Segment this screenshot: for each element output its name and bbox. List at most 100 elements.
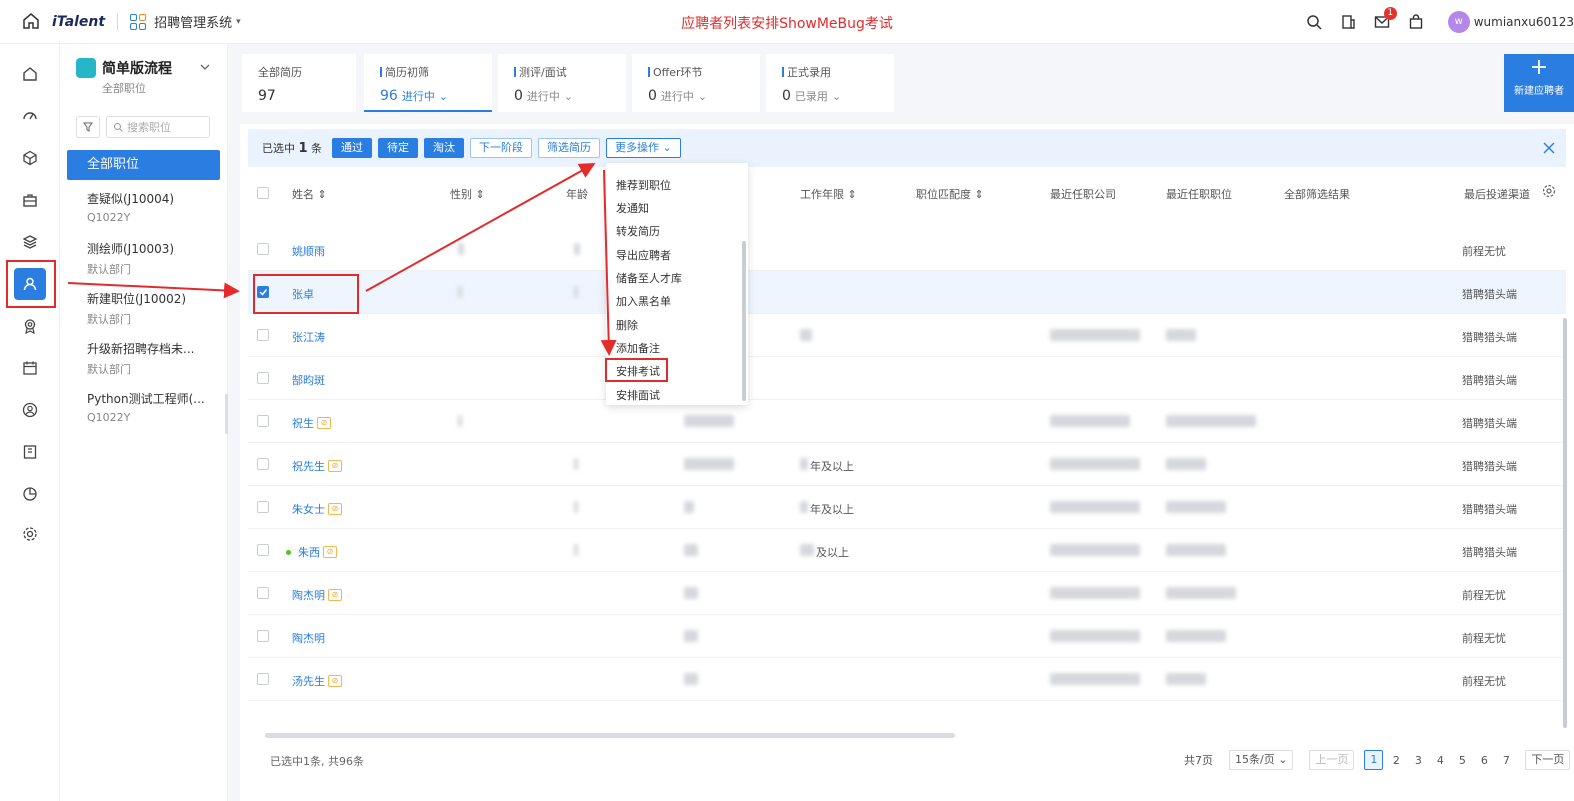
screen-resume-button[interactable]: 筛选简历 [538, 138, 601, 158]
stage-tab-offer[interactable]: Offer环节 0 进行中 ⌄ [632, 54, 760, 112]
calendar-icon[interactable] [20, 358, 40, 378]
page-2[interactable]: 2 [1387, 754, 1405, 767]
bookmark-icon[interactable] [20, 442, 40, 462]
candidate-name[interactable]: 张江涛 [292, 329, 325, 345]
position-item[interactable]: 新建职位(J10002) 默认部门 [87, 290, 217, 327]
table-row[interactable]: 朱女士 ⊘ 年及以上 猎聘猎头端 [248, 486, 1566, 529]
candidate-name[interactable]: 朱西 ⊘ [286, 544, 337, 560]
close-icon[interactable] [1542, 141, 1556, 155]
next-page-button[interactable]: 下一页 [1525, 750, 1571, 770]
row-checkbox[interactable] [257, 673, 269, 685]
chevron-down-icon[interactable]: ⌄ [439, 90, 448, 103]
building-icon[interactable] [1340, 14, 1356, 30]
new-candidate-button[interactable]: + 新建应聘者 [1504, 54, 1574, 112]
chevron-down-icon[interactable] [200, 62, 210, 72]
horizontal-scrollbar[interactable] [265, 733, 955, 738]
app-switcher[interactable]: 招聘管理系统 [154, 12, 232, 31]
column-header[interactable]: 性别 ⇕ [450, 186, 485, 202]
reject-button[interactable]: 淘汰 [424, 138, 465, 158]
pie-chart-icon[interactable] [20, 484, 40, 504]
chevron-down-icon[interactable]: ⌄ [698, 90, 707, 103]
page-3[interactable]: 3 [1409, 754, 1427, 767]
page-1[interactable]: 1 [1364, 750, 1384, 770]
pending-button[interactable]: 待定 [378, 138, 419, 158]
menu-item-forward[interactable]: 转发简历 [616, 223, 660, 239]
row-checkbox[interactable] [257, 587, 269, 599]
table-row[interactable]: 张江涛 猎聘猎头端 [248, 314, 1566, 357]
menu-item-schedule-interview[interactable]: 安排面试 [616, 387, 660, 403]
table-row[interactable]: 姚顺雨 前程无忧 [248, 228, 1566, 271]
menu-item-notify[interactable]: 发通知 [616, 200, 649, 216]
layers-icon[interactable] [20, 232, 40, 252]
row-checkbox[interactable] [257, 329, 269, 341]
column-header[interactable]: 年龄 [566, 186, 588, 202]
row-checkbox[interactable] [257, 544, 269, 556]
row-checkbox[interactable] [257, 372, 269, 384]
table-row[interactable]: 郜昀斑 猎聘猎头端 [248, 357, 1566, 400]
table-row[interactable]: 陶杰明 ⊘ 前程无忧 [248, 572, 1566, 615]
settings-icon[interactable] [1542, 184, 1556, 198]
position-item-all[interactable]: 全部职位 [67, 150, 220, 180]
settings-icon[interactable] [20, 524, 40, 544]
stage-tab-hired[interactable]: 正式录用 0 已录用 ⌄ [766, 54, 894, 112]
next-stage-button[interactable]: 下一阶段 [470, 138, 533, 158]
chevron-down-icon[interactable]: ▾ [236, 17, 241, 27]
column-header[interactable]: 姓名 ⇕ [292, 186, 327, 202]
brand-logo[interactable]: iTalent [52, 14, 105, 30]
table-row[interactable]: 张卓 猎聘猎头端 [248, 271, 1566, 314]
position-item[interactable]: Python测试工程师(... Q1022Y [87, 390, 217, 424]
candidate-name[interactable]: 朱女士 ⊘ [292, 501, 342, 517]
page-7[interactable]: 7 [1497, 754, 1515, 767]
menu-item-export[interactable]: 导出应聘者 [616, 247, 671, 263]
table-row[interactable]: 汤先生 ⊘ 前程无忧 [248, 658, 1566, 701]
row-checkbox[interactable] [257, 630, 269, 642]
row-checkbox[interactable] [257, 243, 269, 255]
candidate-name[interactable]: 姚顺雨 [292, 243, 325, 259]
app-grid-icon[interactable] [130, 13, 147, 30]
menu-scrollbar[interactable] [742, 241, 746, 401]
vertical-scrollbar[interactable] [1563, 318, 1567, 728]
menu-item-talent-pool[interactable]: 储备至人才库 [616, 270, 682, 286]
stage-tab-evaluation[interactable]: 测评/面试 0 进行中 ⌄ [498, 54, 626, 112]
menu-item-delete[interactable]: 删除 [616, 317, 638, 333]
candidate-name[interactable]: 祝生 ⊘ [292, 415, 331, 431]
user-menu[interactable]: w wumianxu60123 [1447, 11, 1574, 33]
table-row[interactable]: 朱西 ⊘ 及以上 猎聘猎头端 [248, 529, 1566, 572]
row-checkbox[interactable] [257, 458, 269, 470]
home-icon[interactable] [22, 12, 42, 32]
menu-item-blacklist[interactable]: 加入黑名单 [616, 293, 671, 309]
position-item[interactable]: 升级新招聘存档未... 默认部门 [87, 340, 217, 377]
candidate-name[interactable]: 祝先生 ⊘ [292, 458, 342, 474]
stage-tab-screening[interactable]: 简历初筛 96 进行中 ⌄ [364, 54, 492, 112]
search-icon[interactable] [1306, 14, 1322, 30]
menu-item-add-note[interactable]: 添加备注 [616, 340, 660, 356]
stage-tab-all[interactable]: 全部简历 97 [242, 54, 356, 112]
menu-item-recommend[interactable]: 推荐到职位 [616, 177, 671, 193]
shopping-bag-icon[interactable] [1408, 14, 1424, 30]
mail-icon[interactable]: 1 [1374, 7, 1397, 30]
chevron-down-icon[interactable]: ⌄ [832, 90, 841, 103]
table-row[interactable]: 陶杰明 前程无忧 [248, 615, 1566, 658]
user-circle-icon[interactable] [20, 400, 40, 420]
prev-page-button[interactable]: 上一页 [1309, 750, 1355, 770]
chevron-down-icon[interactable]: ⌄ [564, 90, 573, 103]
more-actions-button[interactable]: 更多操作 ⌄ [606, 138, 681, 158]
row-checkbox[interactable] [257, 501, 269, 513]
award-icon[interactable] [20, 316, 40, 336]
column-header[interactable]: 工作年限 ⇕ [800, 186, 857, 202]
candidate-name[interactable]: 陶杰明 ⊘ [292, 587, 342, 603]
filter-button[interactable] [76, 116, 100, 138]
briefcase-icon[interactable] [20, 190, 40, 210]
position-item[interactable]: 测绘师(J10003) 默认部门 [87, 240, 217, 277]
flow-selector[interactable]: 简单版流程 全部职位 [76, 58, 172, 96]
position-search-input[interactable]: 搜索职位 [106, 116, 210, 138]
dashboard-icon[interactable] [20, 106, 40, 126]
candidate-name[interactable]: 郜昀斑 [292, 372, 325, 388]
pass-button[interactable]: 通过 [332, 138, 373, 158]
select-all-checkbox[interactable] [257, 187, 269, 199]
candidate-name[interactable]: 汤先生 ⊘ [292, 673, 342, 689]
row-checkbox[interactable] [257, 415, 269, 427]
cube-icon[interactable] [20, 148, 40, 168]
page-size-select[interactable]: 15条/页 ⌄ [1229, 750, 1294, 770]
candidate-name[interactable]: 陶杰明 [292, 630, 325, 646]
